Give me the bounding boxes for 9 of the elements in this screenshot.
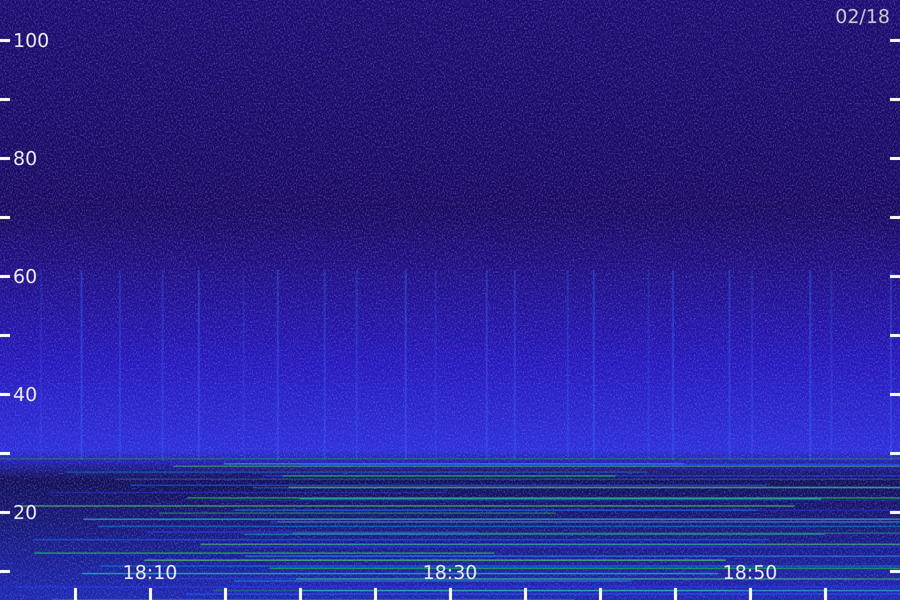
y-axis-label: 20	[13, 502, 38, 524]
x-axis-label: 18:50	[722, 562, 778, 584]
y-axis-label: 60	[13, 266, 38, 288]
y-axis-label: 40	[13, 384, 38, 406]
date-label: 02/18	[835, 6, 890, 28]
x-axis-label: 18:10	[122, 562, 178, 584]
y-axis-label: 100	[13, 30, 50, 52]
y-axis-label: 80	[13, 148, 38, 170]
x-axis-label: 18:30	[422, 562, 478, 584]
